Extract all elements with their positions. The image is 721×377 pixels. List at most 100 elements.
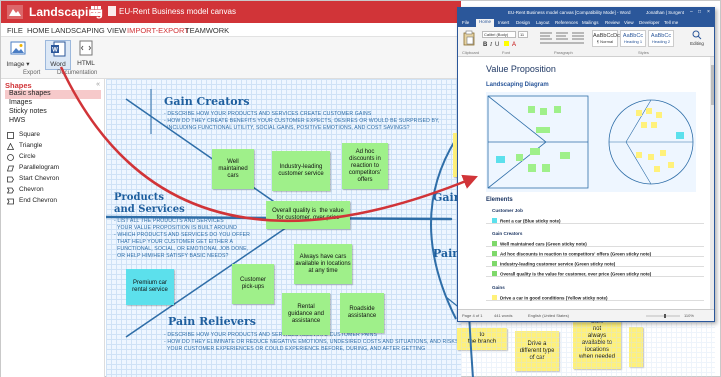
sticky-well-maintained-cars[interactable]: Well maintained cars <box>212 149 254 189</box>
shapes-sidebar: Shapes « Basic shapes Images Sticky note… <box>1 79 105 377</box>
sticky-always-have-cars[interactable]: Always have cars available in locations … <box>294 244 352 284</box>
category-images[interactable]: Images <box>5 99 101 108</box>
menu-import-export[interactable]: IMPORT-EXPORT <box>127 26 189 35</box>
style-normal[interactable]: AaBbCcDc ¶ Normal <box>592 30 620 47</box>
html-export-label: HTML <box>77 60 95 67</box>
menu-view[interactable]: VIEW <box>107 26 126 35</box>
html-export-button[interactable]: HTML <box>73 40 99 70</box>
status-words[interactable]: 441 words <box>494 313 512 318</box>
word-user: Jonathan | Surgent <box>646 10 684 15</box>
word-export-label: Word <box>50 61 66 68</box>
sticky-customer-pickups[interactable]: Customer pick-ups <box>232 264 274 304</box>
word-tab-mailings[interactable]: Mailings <box>582 20 599 25</box>
group-clipboard: Clipboard <box>462 50 480 55</box>
word-status-bar: Page 4 of 1 441 words English (United St… <box>458 309 714 321</box>
products-services-description: - List all the products and services you… <box>114 218 251 259</box>
swatch-icon <box>492 295 497 301</box>
style-name: ¶ Normal <box>596 39 614 44</box>
swatch-icon <box>492 218 497 224</box>
font-formatting-icons[interactable]: B I U A <box>482 40 528 47</box>
category-hws[interactable]: HWS <box>5 117 101 126</box>
sticky-ad-hoc-discounts[interactable]: Ad hoc discounts in reaction to competit… <box>342 143 388 189</box>
style-heading-1[interactable]: AaBbCc Heading 1 <box>620 30 646 47</box>
status-language[interactable]: English (United States) <box>528 313 569 318</box>
doc-group-gains: Gains <box>492 285 505 290</box>
word-title: EU-Rent Business model canvas [Compatibi… <box>508 10 631 15</box>
collapse-sidebar-icon[interactable]: « <box>96 81 100 88</box>
font-name-box[interactable]: Calibri (Body) <box>482 31 516 38</box>
app-title-bar: Landscaping EU-Rent Business model canva… <box>1 1 461 23</box>
menu-teamwork[interactable]: TEAMWORK <box>185 26 229 35</box>
export-image-button[interactable]: Image ▾ <box>5 40 31 70</box>
ribbon-group-documentation: Documentation <box>57 70 98 76</box>
export-image-label: Image ▾ <box>6 61 30 68</box>
shape-label: Parallelogram <box>19 164 60 171</box>
style-name: Heading 2 <box>651 39 671 44</box>
word-document-page[interactable]: Value Proposition Landscaping Diagram El… <box>458 57 714 309</box>
landscaping-logo-icon <box>7 5 23 19</box>
category-basic-shapes[interactable]: Basic shapes <box>5 90 101 99</box>
menu-bar: FILE HOME LANDSCAPING VIEW IMPORT-EXPORT… <box>1 23 461 37</box>
word-tab-insert[interactable]: Insert <box>498 20 509 25</box>
word-tab-review[interactable]: Review <box>605 20 620 25</box>
word-tab-file[interactable]: File <box>462 20 469 25</box>
doc-group-gain-creators: Gain Creators <box>492 231 523 236</box>
sticky-yellow-partial-right[interactable] <box>629 327 643 367</box>
word-tab-layout[interactable]: Layout <box>536 20 550 25</box>
svg-text:A: A <box>512 42 516 47</box>
sticky-premium-car-rental[interactable]: Premium car rental service <box>126 269 174 305</box>
word-tab-home[interactable]: Home <box>476 19 495 27</box>
doc-diagram-thumbnail <box>486 92 696 192</box>
square-icon <box>7 132 14 139</box>
doc-element-ad-hoc: Ad hoc discounts in reaction to competit… <box>492 251 651 257</box>
gain-creators-title: Gain Creators <box>164 95 250 108</box>
sticky-roadside-assistance[interactable]: Roadside assistance <box>340 293 384 333</box>
circle-icon <box>7 154 14 161</box>
word-vertical-scrollbar[interactable] <box>710 57 714 309</box>
word-export-button[interactable]: W Word <box>45 40 71 70</box>
word-icon: W <box>51 41 66 57</box>
swatch-icon <box>492 241 497 247</box>
doc-group-customer-job: Customer Job <box>492 208 523 213</box>
editing-label: Editing <box>690 41 704 46</box>
document-icon <box>108 6 116 16</box>
menu-file[interactable]: FILE <box>7 26 23 35</box>
apps-grid-icon[interactable] <box>91 6 101 16</box>
style-name: Heading 1 <box>623 39 643 44</box>
word-tab-tell-me[interactable]: Tell me <box>664 20 678 25</box>
menu-landscaping[interactable]: LANDSCAPING <box>51 26 105 35</box>
word-tab-design[interactable]: Design <box>516 20 530 25</box>
svg-text:B: B <box>483 42 488 47</box>
sticky-drive-different-car[interactable]: Drive a different type of car <box>515 331 559 371</box>
word-close-icon[interactable]: × <box>707 9 710 15</box>
sticky-rental-guidance[interactable]: Rental guidance and assistance <box>282 293 330 335</box>
paragraph-icons[interactable] <box>538 31 588 47</box>
word-ribbon: Calibri (Body) 11 B I U A AaBbCcDc ¶ Nor… <box>458 27 714 57</box>
shape-label: Start Chevron <box>19 175 60 182</box>
canvas-area[interactable]: Gain Creators - Describe how your produc… <box>106 79 461 377</box>
group-font: Font <box>502 50 511 55</box>
end-chevron-icon <box>7 198 14 205</box>
category-sticky-notes[interactable]: Sticky notes <box>5 108 101 117</box>
sticky-industry-leading-service[interactable]: Industry-leading customer service <box>272 151 330 191</box>
word-maximize-icon[interactable]: □ <box>698 9 701 15</box>
word-tab-references[interactable]: References <box>555 20 578 25</box>
scrollbar-thumb[interactable] <box>711 65 714 105</box>
style-heading-2[interactable]: AaBbCc Heading 2 <box>648 30 674 47</box>
status-page[interactable]: Page 4 of 1 <box>462 313 482 318</box>
shape-label: Chevron <box>19 186 44 193</box>
zoom-slider[interactable] <box>644 313 682 319</box>
word-tab-view[interactable]: View <box>624 20 634 25</box>
doc-diagram-title: Landscaping Diagram <box>486 82 549 88</box>
word-minimize-icon[interactable]: – <box>690 9 693 15</box>
start-chevron-icon <box>7 176 14 183</box>
svg-text:W: W <box>52 48 58 54</box>
editing-button[interactable]: Editing <box>684 30 710 46</box>
status-zoom[interactable]: 110% <box>684 313 694 318</box>
menu-home[interactable]: HOME <box>27 26 50 35</box>
find-icon <box>692 30 702 40</box>
word-tab-developer[interactable]: Developer <box>639 20 660 25</box>
paste-icon[interactable] <box>462 30 476 46</box>
font-size-box[interactable]: 11 <box>518 31 528 38</box>
sticky-overall-quality[interactable]: Overall quality is the value for custome… <box>266 201 350 229</box>
